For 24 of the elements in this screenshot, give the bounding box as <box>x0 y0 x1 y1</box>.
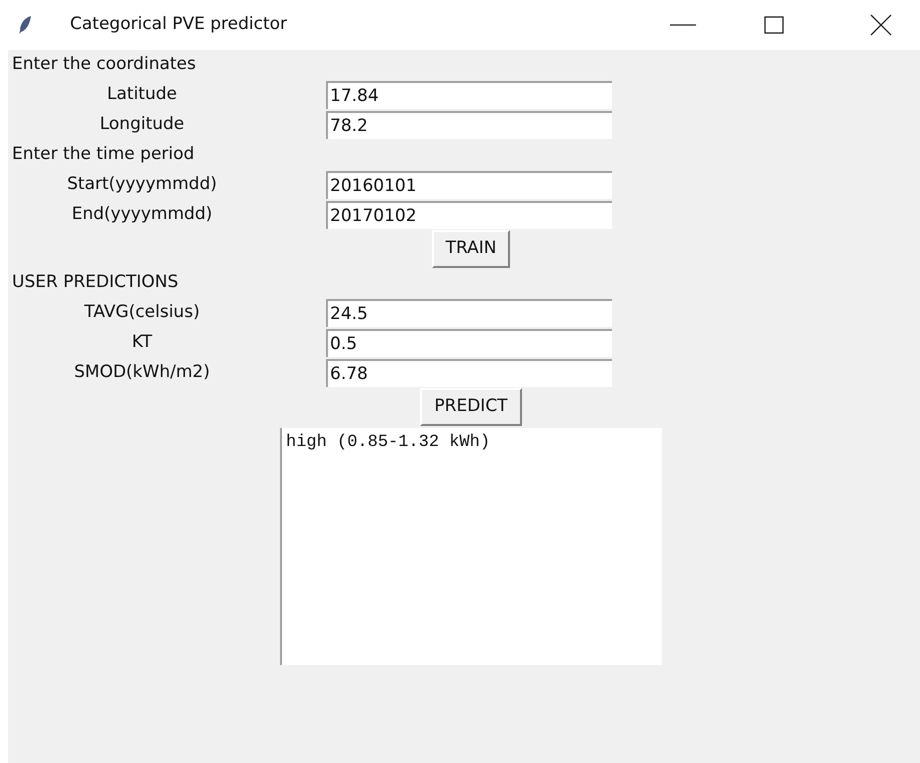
section-label: Enter the coordinates <box>12 53 196 76</box>
field-label: TAVG(celsius) <box>84 302 200 322</box>
section-label: USER PREDICTIONS <box>12 271 178 294</box>
feather-icon <box>18 15 32 35</box>
field-label: KT <box>132 332 152 352</box>
input-field[interactable]: 78.2 <box>326 111 612 139</box>
field-label: End(yyyymmdd) <box>72 204 212 224</box>
output-text-area[interactable]: high (0.85-1.32 kWh) <box>280 428 662 665</box>
input-field[interactable]: 20160101 <box>326 171 612 199</box>
field-label: Start(yyyymmdd) <box>67 174 217 194</box>
input-field[interactable]: 6.78 <box>326 359 612 387</box>
field-label: Latitude <box>107 84 177 104</box>
section-label: Enter the time period <box>12 143 194 166</box>
field-label: Longitude <box>100 114 184 134</box>
input-field[interactable]: 0.5 <box>326 329 612 357</box>
action-button[interactable]: TRAIN <box>432 230 510 268</box>
close-icon[interactable] <box>870 14 892 36</box>
window-title: Categorical PVE predictor <box>70 13 288 36</box>
input-field[interactable]: 17.84 <box>326 81 612 109</box>
maximize-icon[interactable] <box>764 16 784 34</box>
input-field[interactable]: 20170102 <box>326 201 612 229</box>
action-button[interactable]: PREDICT <box>420 388 522 426</box>
field-label: SMOD(kWh/m2) <box>74 362 210 382</box>
input-field[interactable]: 24.5 <box>326 299 612 327</box>
